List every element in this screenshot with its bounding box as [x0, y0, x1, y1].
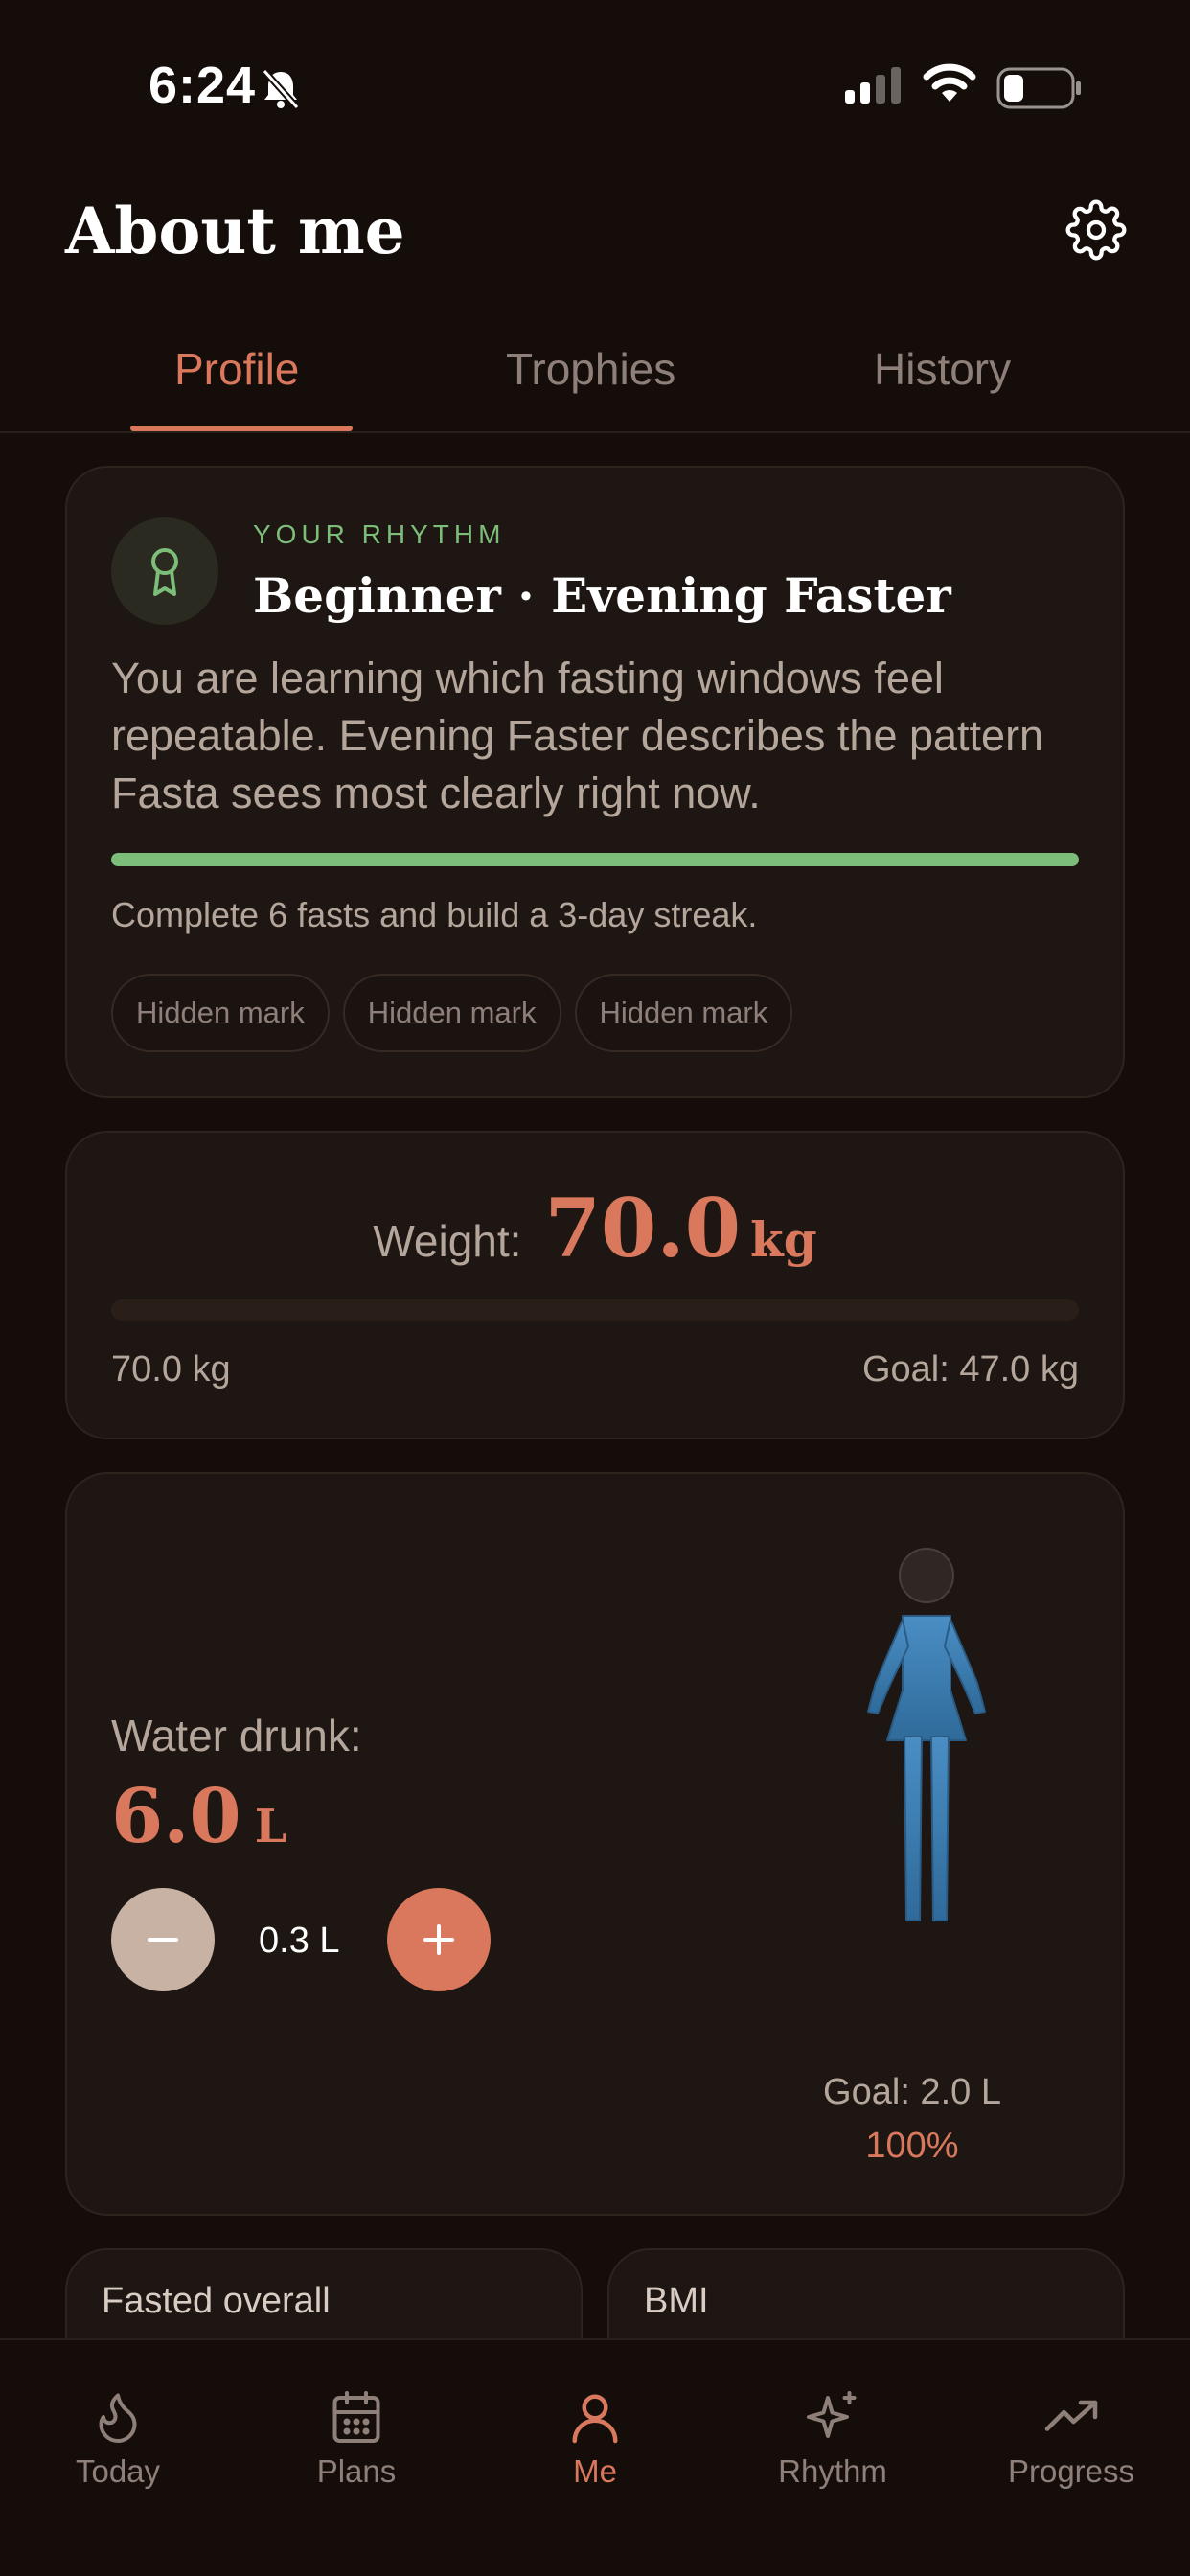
calendar-icon	[332, 2391, 380, 2443]
battery-icon	[996, 67, 1081, 109]
rhythm-badge	[111, 518, 218, 625]
weight-label: Weight:	[373, 1216, 522, 1266]
active-tab-indicator	[130, 426, 353, 431]
hidden-mark-chip[interactable]: Hidden mark	[574, 974, 793, 1052]
weight-card[interactable]: Weight: 70.0 kg 70.0 kg Goal: 47.0 kg	[65, 1131, 1125, 1439]
award-icon	[151, 548, 178, 596]
tab-history[interactable]: History	[874, 343, 1011, 395]
rhythm-goal-text: Complete 6 fasts and build a 3-day strea…	[111, 895, 758, 934]
weight-value: 70.0	[544, 1181, 742, 1276]
rhythm-eyebrow: YOUR RHYTHM	[253, 519, 506, 549]
nav-label: Rhythm	[778, 2453, 887, 2489]
weight-row: Weight: 70.0 kg	[67, 1181, 1123, 1276]
nav-me[interactable]: Me	[490, 2388, 700, 2490]
water-card: Water drunk: 6.0 L 0.3 L Goal: 2.0 L 100…	[65, 1472, 1125, 2216]
stat-title: Fasted overall	[102, 2281, 331, 2321]
tab-trophies[interactable]: Trophies	[506, 343, 675, 395]
nav-plans[interactable]: Plans	[251, 2388, 462, 2490]
water-body-figure	[867, 1548, 986, 1921]
water-value: 6.0	[111, 1773, 241, 1860]
water-step-value: 0.3 L	[259, 1920, 340, 1961]
water-unit: L	[254, 1800, 287, 1853]
nav-label: Plans	[316, 2453, 397, 2489]
weight-unit: kg	[750, 1211, 817, 1268]
nav-label: Today	[75, 2453, 161, 2489]
rhythm-progress-fill	[111, 853, 1079, 866]
weight-progress-bar	[111, 1300, 1079, 1321]
nav-label: Progress	[1007, 2453, 1135, 2489]
decrease-water-button[interactable]	[111, 1888, 215, 1991]
rhythm-progress-bar	[111, 853, 1079, 866]
sparkle-icon	[807, 2391, 857, 2438]
weight-goal: Goal: 47.0 kg	[861, 1349, 1079, 1390]
hidden-marks: Hidden mark Hidden mark Hidden mark	[111, 974, 793, 1052]
water-label: Water drunk:	[111, 1711, 362, 1760]
hidden-mark-chip[interactable]: Hidden mark	[342, 974, 561, 1052]
water-reading: 6.0 L	[111, 1773, 286, 1860]
tab-profile[interactable]: Profile	[174, 343, 299, 395]
rhythm-description: You are learning which fasting windows f…	[111, 654, 1044, 817]
nav-today[interactable]: Today	[12, 2388, 223, 2490]
page-title: About me	[65, 194, 405, 268]
rhythm-card: YOUR RHYTHM Beginner · Evening Faster Yo…	[65, 466, 1125, 1098]
bottom-nav: Today Plans Me Rhythm Progress	[0, 2338, 1190, 2576]
plus-icon	[423, 1924, 454, 1955]
bell-muted-icon	[262, 68, 300, 109]
stat-title: BMI	[644, 2281, 709, 2321]
tab-bar: Profile Trophies History	[0, 326, 1190, 433]
weight-current: 70.0 kg	[111, 1349, 231, 1390]
wifi-icon	[923, 63, 976, 102]
nav-label: Me	[573, 2453, 617, 2489]
rhythm-title: Beginner · Evening Faster	[253, 567, 951, 624]
trending-up-icon	[1044, 2400, 1098, 2431]
nav-progress[interactable]: Progress	[966, 2388, 1177, 2490]
status-time: 6:24	[149, 57, 257, 114]
nav-rhythm[interactable]: Rhythm	[727, 2388, 938, 2490]
minus-icon	[148, 1938, 178, 1942]
status-bar: 6:24	[0, 0, 1190, 172]
water-goal: Goal: 2.0 L	[823, 2072, 1001, 2112]
flame-icon	[99, 2393, 137, 2443]
settings-button[interactable]	[1065, 199, 1127, 261]
gear-icon	[1065, 199, 1127, 261]
hidden-mark-chip[interactable]: Hidden mark	[111, 974, 330, 1052]
weight-reading: 70.0 kg	[544, 1181, 816, 1276]
cellular-signal-icon	[845, 67, 901, 104]
increase-water-button[interactable]	[387, 1888, 491, 1991]
water-percent: 100%	[865, 2126, 959, 2166]
person-icon	[572, 2394, 618, 2444]
